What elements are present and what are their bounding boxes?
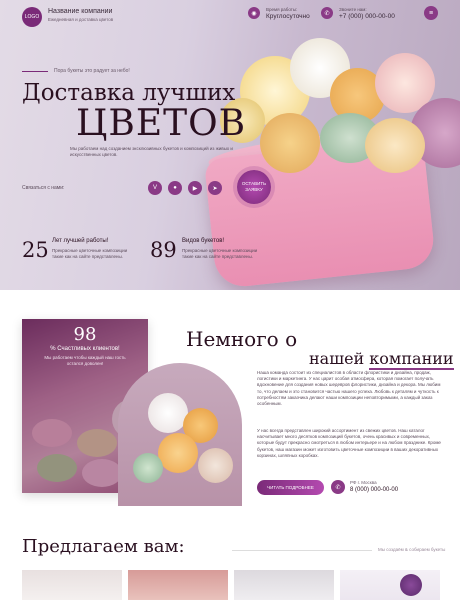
chat-icon[interactable]: ● <box>168 181 182 195</box>
happy-clients-number: 98 <box>73 324 97 345</box>
about-title-line1: Немного о <box>186 327 298 351</box>
offer-divider <box>232 550 372 551</box>
offer-card-4[interactable] <box>340 570 440 600</box>
about-paragraph-1: Наша команда состоит из специалистов в о… <box>257 370 441 407</box>
contact-label: Связаться с нами: <box>22 185 65 191</box>
offer-title: Предлагаем вам: <box>22 536 185 557</box>
top-bar: LOGO Название компании Ежедневная и дост… <box>0 0 460 28</box>
happy-clients-desc: Мы работаем чтобы каждый наш гость остал… <box>44 355 126 366</box>
stat-years-desc: Прекрасные цветочные композиции такие ка… <box>52 248 128 259</box>
stat-years-number: 25 <box>22 238 49 262</box>
offer-card-1[interactable] <box>22 570 122 600</box>
location-icon: ◉ <box>248 7 260 19</box>
company-subtitle: Ежедневная и доставка цветов <box>48 17 114 22</box>
about-phone[interactable]: 8 (000) 000-00-00 <box>350 487 398 493</box>
offer-card-2[interactable] <box>128 570 228 600</box>
about-title-highlight: компании <box>369 349 454 370</box>
telegram-icon[interactable]: ➤ <box>208 181 222 195</box>
logo[interactable]: LOGO <box>22 7 42 27</box>
hero-section: LOGO Название компании Ежедневная и дост… <box>0 0 460 290</box>
offer-note: Мы создаём & собираем букеты <box>378 547 446 552</box>
youtube-icon[interactable]: ▶ <box>188 181 202 195</box>
hours-value: Круглосуточно <box>266 13 310 20</box>
menu-icon[interactable]: ≡ <box>424 6 438 20</box>
hero-description: Мы работаем над созданием эксклюзивных б… <box>70 146 233 157</box>
hero-title-line2: ЦВЕТОВ <box>76 103 247 144</box>
phone-icon: ✆ <box>331 480 345 494</box>
offer-card-3[interactable] <box>234 570 334 600</box>
hero-tagline: Пора букеты это радует за небо! <box>54 68 130 74</box>
address: РФ г. Москва <box>350 480 377 485</box>
stat-bouquets-number: 89 <box>150 238 177 262</box>
stat-bouquets-desc: Прекрасные цветочные композиции такие ка… <box>182 248 258 259</box>
read-more-button[interactable]: ЧИТАТЬ ПОДРОБНЕЕ <box>257 480 324 495</box>
phone-label: Звоните нам: <box>339 7 367 12</box>
tagline-divider <box>22 71 48 72</box>
phone-value[interactable]: +7 (000) 000-00-00 <box>339 13 395 20</box>
hours-label: Время работы: <box>266 7 298 12</box>
about-title-line2: нашей компании <box>309 349 454 370</box>
about-bouquet-arch-image <box>118 363 242 506</box>
phone-icon: ✆ <box>321 7 333 19</box>
cta-button[interactable]: ОСТАВИТЬ ЗАЯВКУ <box>237 170 271 204</box>
stat-bouquets-title: Видов букетов! <box>182 238 225 244</box>
about-paragraph-2: У нас всегда представлен широкий ассорти… <box>257 428 441 458</box>
happy-clients-title: % Счастливых клиентов! <box>50 346 120 352</box>
company-name: Название компании <box>48 8 113 15</box>
vk-icon[interactable]: V <box>148 181 162 195</box>
stat-years-title: Лет лучшей работы! <box>52 238 109 244</box>
